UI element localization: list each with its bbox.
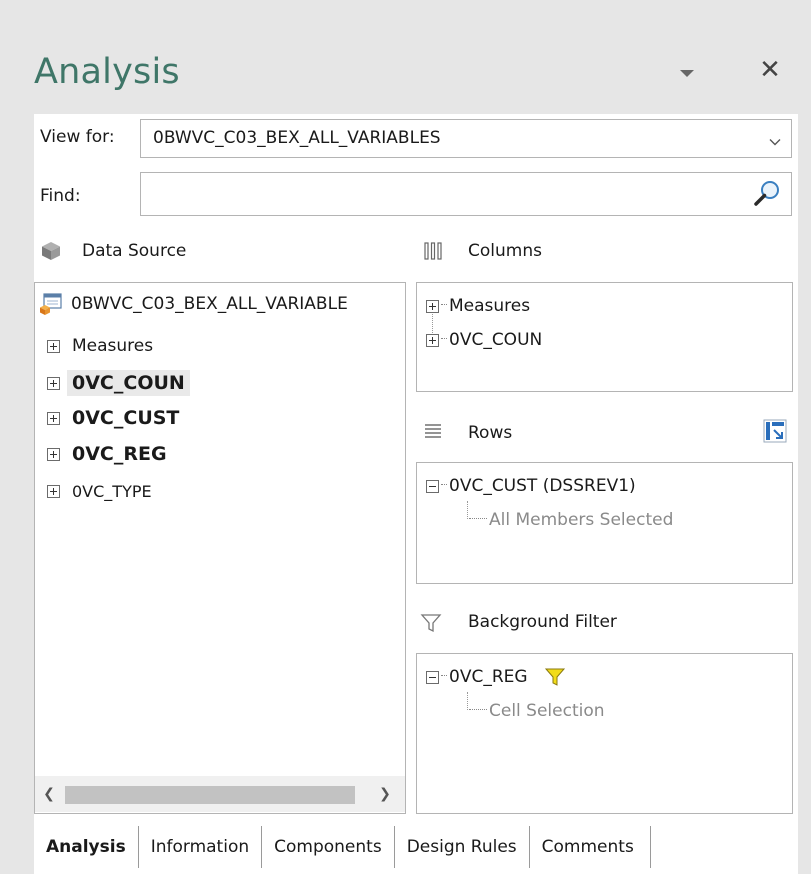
- expand-icon[interactable]: [426, 299, 439, 313]
- tree-root-label: 0BWVC_C03_BEX_ALL_VARIABLE: [71, 294, 348, 314]
- horizontal-scrollbar[interactable]: ❮ ❯: [35, 776, 405, 812]
- columns-heading: Columns: [468, 241, 542, 261]
- column-item-label: 0VC_COUN: [449, 330, 543, 350]
- expand-icon[interactable]: [426, 333, 439, 347]
- tree-item-label: 0VC_TYPE: [72, 481, 152, 501]
- tab-components[interactable]: Components: [262, 826, 395, 868]
- tree-item-0vc-cust[interactable]: 0VC_CUST: [47, 401, 179, 435]
- expand-icon[interactable]: [47, 484, 60, 498]
- background-filter-box[interactable]: 0VC_REG Cell Selection: [416, 653, 793, 814]
- filter-child-label: Cell Selection: [489, 701, 605, 721]
- find-input[interactable]: [140, 172, 792, 216]
- pane-title: Analysis: [34, 52, 180, 92]
- row-child-label: All Members Selected: [489, 510, 674, 530]
- view-for-label: View for:: [40, 127, 115, 147]
- tree-item-0vc-type[interactable]: 0VC_TYPE: [47, 474, 152, 508]
- filter-item-0vc-reg[interactable]: 0VC_REG: [426, 660, 566, 694]
- search-icon[interactable]: [750, 177, 784, 211]
- tree-root[interactable]: 0BWVC_C03_BEX_ALL_VARIABLE: [39, 287, 348, 321]
- columns-box[interactable]: Measures 0VC_COUN: [416, 282, 793, 392]
- chevron-down-icon: [769, 139, 781, 146]
- filter-child[interactable]: Cell Selection: [467, 694, 605, 728]
- rows-icon: [425, 424, 441, 438]
- expand-icon[interactable]: [47, 339, 60, 353]
- row-child[interactable]: All Members Selected: [467, 503, 673, 537]
- find-label: Find:: [40, 186, 81, 206]
- scrollbar-thumb[interactable]: [65, 786, 355, 804]
- filter-item-label: 0VC_REG: [449, 667, 528, 687]
- tree-item-measures[interactable]: Measures: [47, 329, 153, 363]
- filter-outline-icon: [420, 614, 442, 633]
- close-icon[interactable]: ✕: [757, 55, 783, 85]
- row-item-label: 0VC_CUST (DSSREV1): [449, 476, 636, 496]
- tree-item-label: 0VC_CUST: [72, 407, 180, 429]
- dropdown-triangle-icon[interactable]: [680, 58, 698, 88]
- bottom-tabs: Analysis Information Components Design R…: [34, 826, 651, 868]
- data-source-tree[interactable]: 0BWVC_C03_BEX_ALL_VARIABLE Measures 0VC_…: [34, 282, 406, 814]
- tab-comments[interactable]: Comments: [530, 826, 651, 868]
- view-for-value: 0BWVC_C03_BEX_ALL_VARIABLES: [153, 128, 441, 148]
- tree-item-0vc-reg[interactable]: 0VC_REG: [47, 437, 167, 471]
- column-item-measures[interactable]: Measures: [426, 289, 530, 323]
- expand-icon[interactable]: [47, 447, 60, 461]
- tree-item-label: Measures: [72, 336, 154, 356]
- column-item-0vc-coun[interactable]: 0VC_COUN: [426, 323, 542, 357]
- data-source-heading: Data Source: [82, 241, 187, 261]
- filter-active-icon: [544, 668, 565, 686]
- tree-item-label: 0VC_REG: [72, 443, 167, 465]
- expand-icon[interactable]: [47, 376, 60, 390]
- tree-item-0vc-coun[interactable]: 0VC_COUN: [47, 366, 190, 400]
- view-for-select[interactable]: 0BWVC_C03_BEX_ALL_VARIABLES: [140, 119, 792, 158]
- rows-box[interactable]: 0VC_CUST (DSSREV1) All Members Selected: [416, 462, 793, 584]
- swap-axes-icon[interactable]: [762, 418, 788, 444]
- column-item-label: Measures: [449, 296, 531, 316]
- scroll-right-icon[interactable]: ❯: [375, 784, 395, 804]
- cube-icon: [42, 242, 60, 260]
- row-item-0vc-cust[interactable]: 0VC_CUST (DSSREV1): [426, 469, 636, 503]
- collapse-icon[interactable]: [426, 670, 439, 684]
- tab-design-rules[interactable]: Design Rules: [395, 826, 530, 868]
- background-filter-heading: Background Filter: [468, 612, 617, 632]
- collapse-icon[interactable]: [426, 479, 439, 493]
- tree-item-label: 0VC_COUN: [67, 370, 190, 396]
- query-cube-icon: [40, 293, 62, 315]
- scroll-left-icon[interactable]: ❮: [39, 784, 59, 804]
- tab-information[interactable]: Information: [139, 826, 263, 868]
- tab-analysis[interactable]: Analysis: [34, 826, 139, 868]
- rows-heading: Rows: [468, 423, 513, 443]
- columns-icon: [424, 242, 442, 260]
- expand-icon[interactable]: [47, 411, 60, 425]
